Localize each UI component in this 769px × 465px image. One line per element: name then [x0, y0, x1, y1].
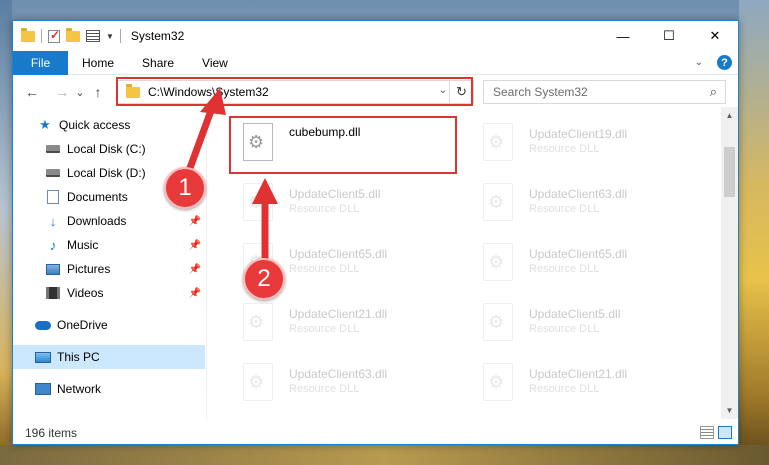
annotation-arrows: [186, 88, 278, 264]
step-1-callout: 1: [164, 167, 206, 209]
arrow-2-head: [252, 178, 278, 204]
arrow-1-line: [186, 104, 216, 172]
arrow-1-head: [200, 88, 226, 115]
step-2-callout: 2: [243, 258, 285, 300]
